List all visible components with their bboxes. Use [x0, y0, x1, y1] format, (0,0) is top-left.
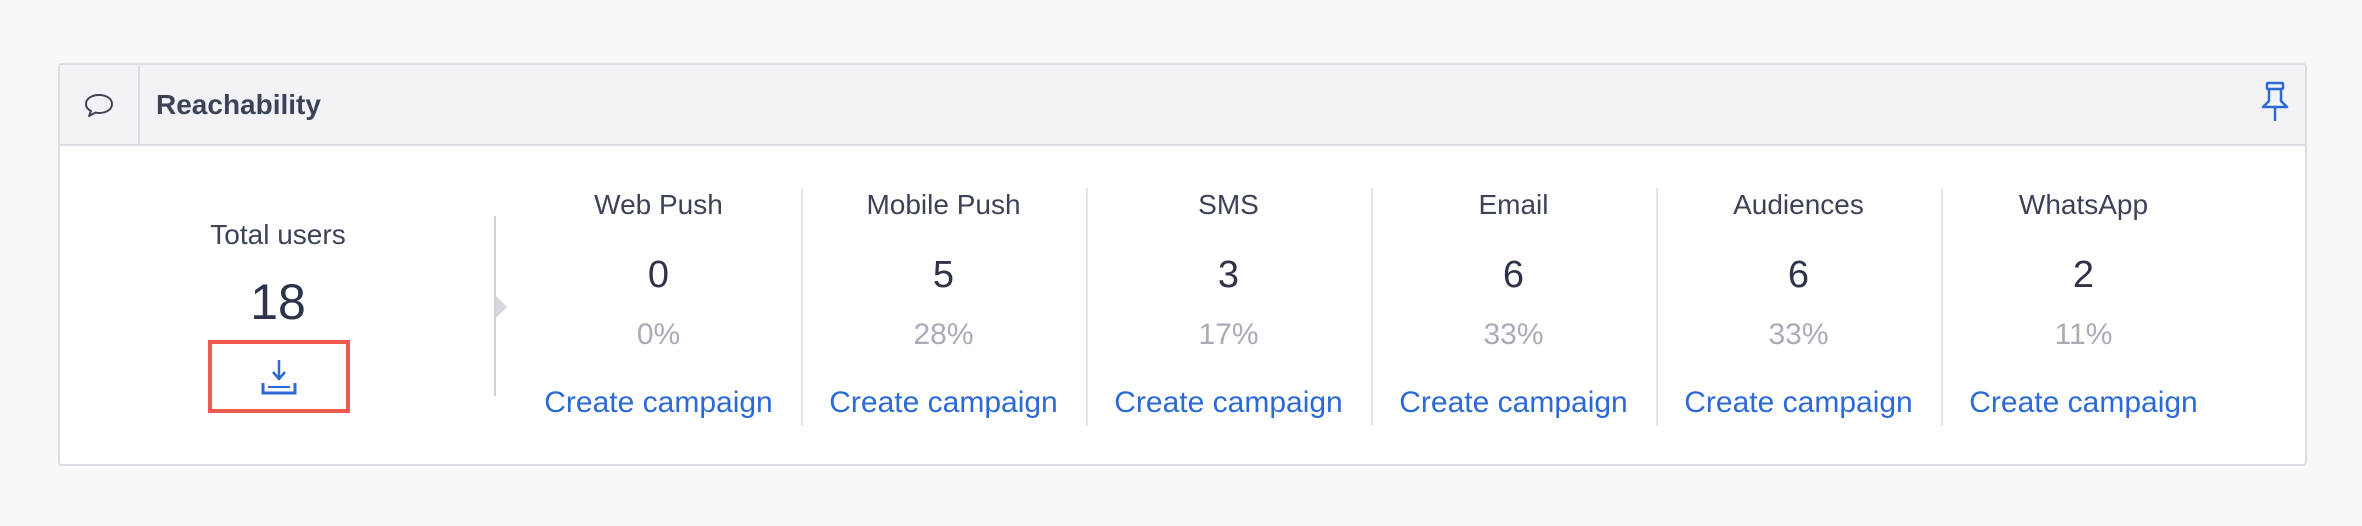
channel-name: Email	[1478, 189, 1549, 220]
create-campaign-link[interactable]: Create campaign	[801, 385, 1086, 421]
channel-name: Web Push	[594, 189, 723, 220]
channel-web-push: Web Push 0 0% Create campaign	[516, 188, 803, 426]
channel-percent: 17%	[1198, 318, 1259, 351]
card-header: Reachability	[60, 65, 2305, 146]
channel-count: 6	[1502, 254, 1525, 296]
total-users-value: 18	[250, 274, 306, 330]
channel-percent: 0%	[636, 318, 681, 351]
card-title: Reachability	[156, 89, 321, 120]
channel-count: 0	[647, 254, 670, 296]
channel-name: WhatsApp	[2018, 189, 2149, 220]
channel-count: 5	[932, 254, 955, 296]
speech-bubble-icon	[85, 93, 113, 117]
download-icon	[261, 359, 297, 394]
pin-icon[interactable]	[2257, 79, 2293, 125]
total-users-label: Total users	[210, 219, 346, 250]
create-campaign-link[interactable]: Create campaign	[1371, 385, 1656, 421]
download-button[interactable]	[208, 340, 350, 413]
channel-percent: 33%	[1483, 318, 1544, 351]
divider-arrow	[496, 296, 507, 318]
channel-mobile-push: Mobile Push 5 28% Create campaign	[801, 188, 1088, 426]
channel-count: 2	[2072, 254, 2095, 296]
create-campaign-link[interactable]: Create campaign	[1656, 385, 1941, 421]
channel-email: Email 6 33% Create campaign	[1371, 188, 1658, 426]
channel-percent: 28%	[913, 318, 974, 351]
channel-percent: 33%	[1768, 318, 1829, 351]
channel-audiences: Audiences 6 33% Create campaign	[1656, 188, 1943, 426]
channel-sms: SMS 3 17% Create campaign	[1086, 188, 1373, 426]
channel-count: 6	[1787, 254, 1810, 296]
total-users: Total users 18	[158, 218, 398, 330]
channel-name: Audiences	[1733, 189, 1864, 220]
create-campaign-link[interactable]: Create campaign	[1086, 385, 1371, 421]
channel-whatsapp: WhatsApp 2 11% Create campaign	[1941, 188, 2226, 426]
channel-count: 3	[1217, 254, 1240, 296]
channel-name: SMS	[1198, 189, 1259, 220]
channel-name: Mobile Push	[866, 189, 1021, 220]
header-icon-container	[60, 65, 140, 144]
create-campaign-link[interactable]: Create campaign	[516, 385, 801, 421]
create-campaign-link[interactable]: Create campaign	[1941, 385, 2226, 421]
channel-percent: 11%	[2054, 318, 2113, 351]
